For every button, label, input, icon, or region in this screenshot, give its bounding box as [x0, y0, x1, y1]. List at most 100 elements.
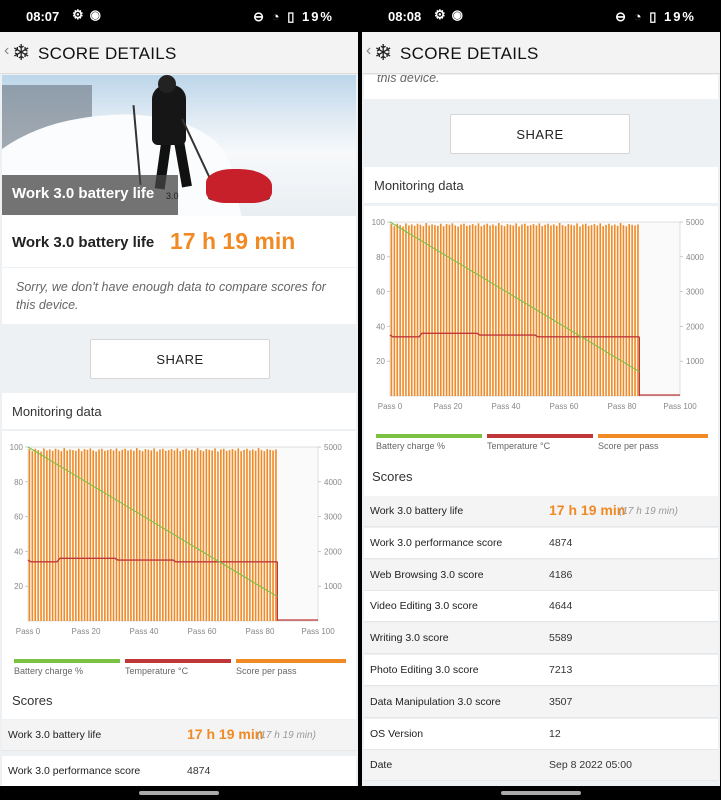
score-bar — [613, 224, 616, 396]
score-value: 4186 — [549, 568, 573, 581]
score-bar — [439, 223, 442, 396]
score-bar — [101, 448, 103, 621]
score-bar — [541, 226, 544, 396]
score-bar — [605, 224, 607, 396]
score-bar — [512, 225, 515, 396]
score-bar — [509, 224, 512, 396]
hero-image: Work 3.0 battery life 3.0 — [2, 75, 356, 216]
legend-swatch-score — [236, 659, 346, 663]
do-not-disturb-icon: ⊖ — [253, 9, 267, 24]
score-row: Video Editing 3.0 score 4644 — [364, 591, 718, 623]
score-bar — [249, 450, 251, 621]
compare-note: Sorry, we don't have enough data to comp… — [16, 280, 326, 312]
score-bar — [66, 450, 68, 621]
score-label: Video Editing 3.0 score — [370, 600, 478, 613]
scores-header: Scores — [364, 460, 718, 496]
scroll-content[interactable]: Work 3.0 battery life 3.0 Work 3.0 batte… — [0, 75, 358, 786]
score-bar — [518, 226, 520, 396]
score-bar — [550, 225, 552, 396]
score-bar — [532, 224, 535, 396]
score-bar — [46, 450, 48, 621]
score-bar — [628, 224, 631, 396]
score-label: Writing 3.0 score — [370, 632, 449, 645]
score-bar — [153, 448, 155, 621]
dot-icon: ◉ — [451, 7, 469, 22]
score-label: Work 3.0 battery life — [8, 729, 102, 741]
status-right: ⊖ ◔ ▯ 19% — [253, 9, 334, 25]
score-bar — [240, 451, 242, 621]
score-value: 4644 — [549, 600, 573, 613]
gear-icon: ⚙ — [72, 7, 90, 22]
score-bar — [54, 448, 57, 621]
score-bar — [454, 225, 457, 396]
score-bar — [570, 224, 573, 396]
scores-header: Scores — [2, 685, 356, 719]
chevron-left-icon[interactable]: ‹ — [4, 42, 9, 60]
score-bar — [220, 449, 222, 621]
y-right-tick-label: 5000 — [324, 443, 342, 452]
gesture-bar[interactable] — [362, 786, 720, 800]
score-bar — [564, 226, 567, 396]
score-bar — [92, 450, 95, 621]
score-bar — [451, 223, 454, 396]
y-left-tick-label: 40 — [376, 322, 385, 331]
score-bar — [500, 225, 503, 396]
y-left-tick-label: 40 — [14, 547, 23, 556]
score-bar — [616, 225, 619, 396]
x-tick-label: Pass 40 — [492, 402, 521, 411]
score-row: Work 3.0 battery life 17 h 19 min (17 h … — [2, 720, 356, 751]
scroll-content[interactable]: this device. SHARE Monitoring data 100 80… — [362, 75, 720, 786]
score-bar — [422, 226, 425, 396]
gesture-bar[interactable] — [0, 786, 358, 800]
score-bar — [83, 449, 86, 621]
score-bar — [529, 225, 532, 396]
score-bar — [486, 223, 488, 396]
legend-swatch-battery — [376, 434, 482, 438]
score-label: Web Browsing 3.0 score — [370, 568, 484, 581]
score-bar — [69, 449, 71, 621]
monitoring-chart: 100 80 60 40 20 5000 4000 3000 2000 1000 Pass 0 Pas… — [2, 431, 356, 685]
wifi-icon: ◔ — [633, 9, 644, 24]
section-title-monitoring: Monitoring data — [374, 178, 464, 193]
score-bar — [596, 225, 599, 396]
score-bar — [162, 448, 164, 621]
score-bar — [251, 449, 254, 621]
y-right-tick-label: 3000 — [324, 513, 342, 522]
score-bar — [77, 448, 80, 621]
score-bar — [98, 449, 100, 621]
score-bar — [272, 450, 274, 621]
legend-score: Score per pass — [598, 441, 659, 451]
score-bar — [243, 449, 245, 621]
score-bar — [483, 224, 486, 396]
score-bar — [95, 451, 97, 621]
app-bar: ‹ ❄ SCORE DETAILS — [362, 32, 720, 74]
score-bar — [547, 223, 549, 396]
score-bar — [567, 224, 570, 396]
score-bar — [416, 223, 419, 396]
score-value: 4874 — [549, 536, 573, 549]
y-left-tick-label: 100 — [10, 443, 24, 452]
score-bar — [631, 224, 633, 396]
score-label: Work 3.0 battery life — [370, 505, 464, 517]
score-bar — [260, 450, 263, 621]
chevron-left-icon[interactable]: ‹ — [366, 42, 371, 60]
legend-score: Score per pass — [236, 666, 297, 676]
share-button[interactable]: SHARE — [450, 114, 630, 154]
x-tick-label: Pass 60 — [188, 627, 217, 636]
score-bar — [37, 450, 39, 621]
monitoring-chart: 100 80 60 40 20 5000 4000 3000 2000 1000 Pass 0 Pas… — [364, 206, 718, 460]
score-bar — [135, 448, 138, 621]
score-bar — [419, 224, 422, 396]
do-not-disturb-icon: ⊖ — [615, 9, 629, 24]
score-bar — [445, 224, 448, 396]
score-bar — [179, 451, 182, 621]
score-bar — [410, 224, 413, 396]
score-label: OS Version — [370, 727, 424, 740]
score-row: Work 3.0 performance score 4874 — [364, 527, 718, 559]
score-label: Work 3.0 performance score — [8, 765, 141, 777]
score-bar — [599, 223, 602, 396]
score-label: Photo Editing 3.0 score — [370, 664, 479, 676]
x-tick-label: Pass 100 — [301, 627, 335, 636]
share-button[interactable]: SHARE — [90, 339, 270, 379]
score-value: 12 — [549, 727, 561, 740]
